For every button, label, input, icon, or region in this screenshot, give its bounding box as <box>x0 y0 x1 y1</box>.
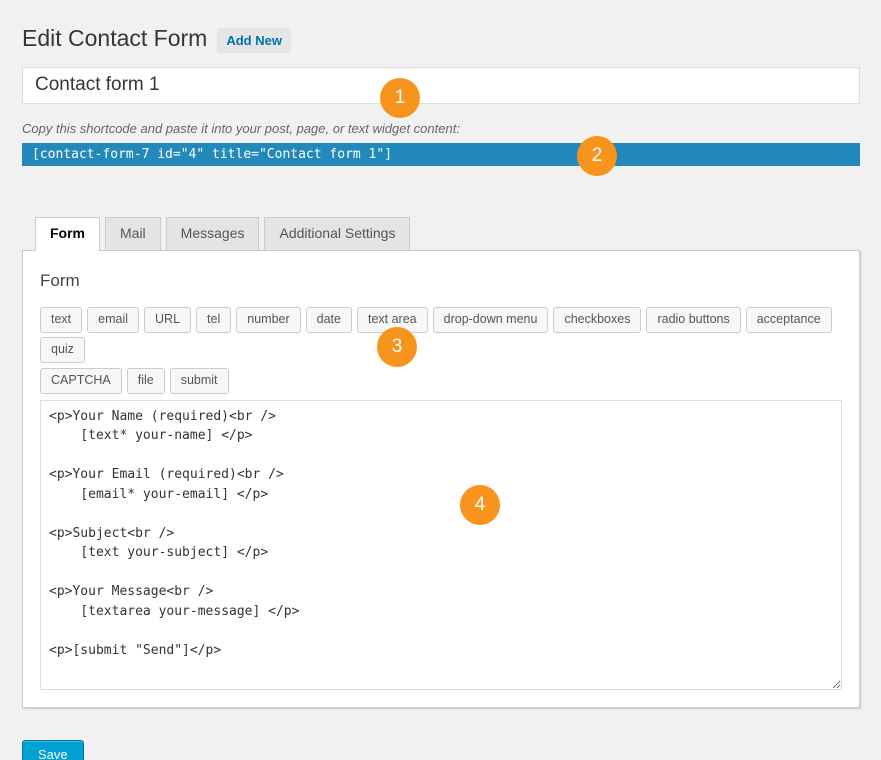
tag-button-number[interactable]: number <box>236 307 300 333</box>
tag-generator-row-1: text email URL tel number date text area… <box>40 307 842 363</box>
shortcode-input[interactable] <box>22 143 860 166</box>
edit-contact-form-page: 1 2 3 4 Edit Contact Form Add New Copy t… <box>0 0 881 760</box>
tag-button-email[interactable]: email <box>87 307 139 333</box>
tag-button-submit[interactable]: submit <box>170 368 229 394</box>
tab-form[interactable]: Form <box>35 217 100 251</box>
editor-tabs: Form Mail Messages Additional Settings <box>35 217 860 250</box>
tag-button-radio-buttons[interactable]: radio buttons <box>646 307 740 333</box>
tab-mail[interactable]: Mail <box>105 217 161 250</box>
tag-button-text-area[interactable]: text area <box>357 307 428 333</box>
tag-button-quiz[interactable]: quiz <box>40 337 85 363</box>
tag-generator-row-2: CAPTCHA file submit <box>40 368 842 394</box>
tab-additional-settings[interactable]: Additional Settings <box>264 217 410 250</box>
tag-button-checkboxes[interactable]: checkboxes <box>553 307 641 333</box>
save-button[interactable]: Save <box>22 740 84 760</box>
tag-button-drop-down-menu[interactable]: drop-down menu <box>433 307 549 333</box>
page-title: Edit Contact Form <box>22 24 207 54</box>
form-editor-panel: Form text email URL tel number date text… <box>22 250 860 708</box>
add-new-button[interactable]: Add New <box>217 28 291 53</box>
page-header: Edit Contact Form Add New <box>22 24 860 54</box>
tag-button-text[interactable]: text <box>40 307 82 333</box>
tag-button-acceptance[interactable]: acceptance <box>746 307 832 333</box>
tab-messages[interactable]: Messages <box>166 217 260 250</box>
panel-heading: Form <box>40 271 842 291</box>
tag-button-file[interactable]: file <box>127 368 165 394</box>
tag-button-url[interactable]: URL <box>144 307 191 333</box>
tag-button-date[interactable]: date <box>306 307 352 333</box>
form-template-textarea[interactable]: <p>Your Name (required)<br /> [text* you… <box>40 400 842 690</box>
shortcode-instruction: Copy this shortcode and paste it into yo… <box>22 121 860 136</box>
tag-button-captcha[interactable]: CAPTCHA <box>40 368 122 394</box>
form-title-input[interactable] <box>22 67 860 104</box>
tag-button-tel[interactable]: tel <box>196 307 231 333</box>
